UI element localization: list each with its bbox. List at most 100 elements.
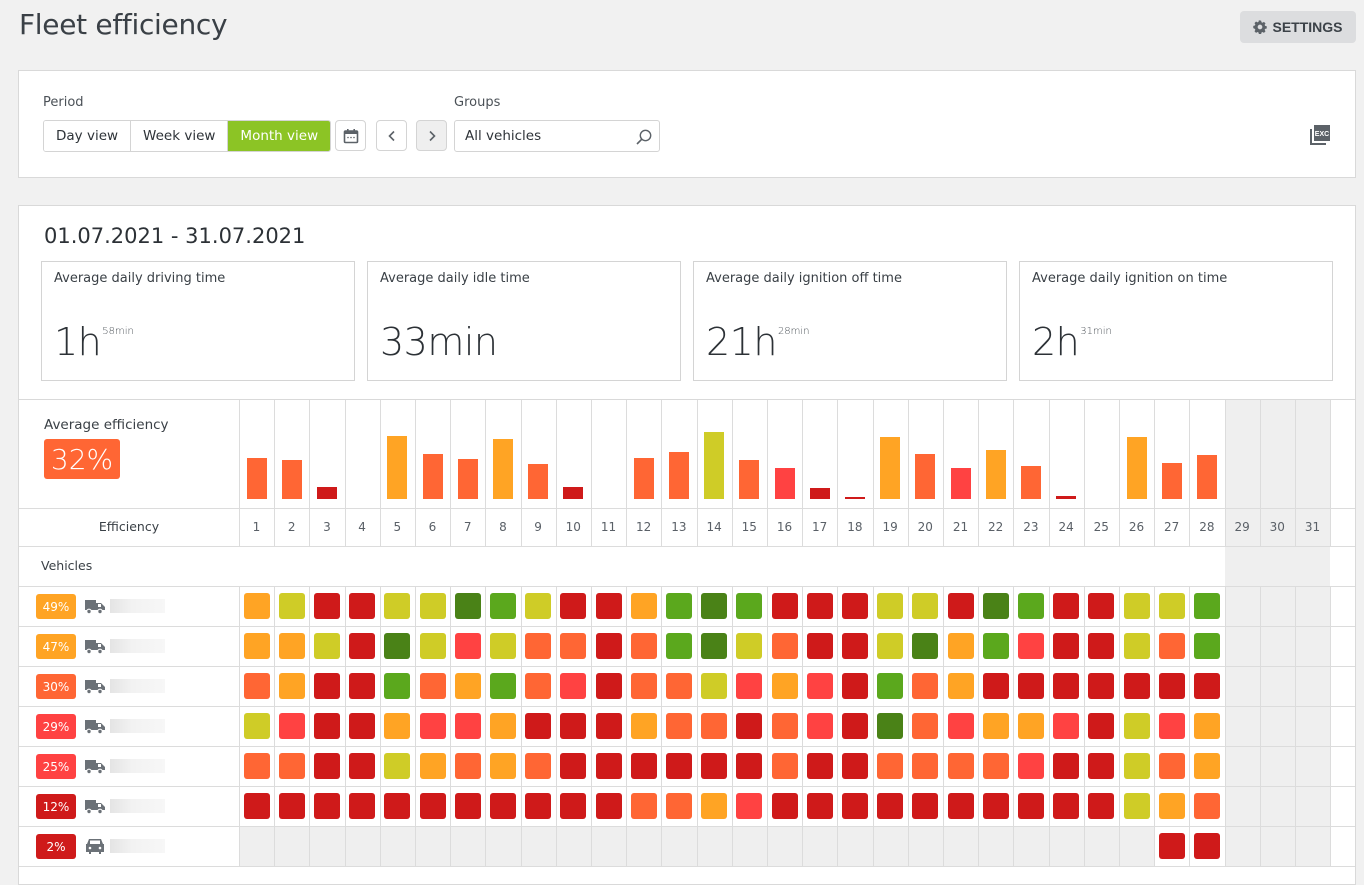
vehicle-day-cell[interactable]	[525, 593, 552, 619]
vehicle-day-cell[interactable]	[560, 753, 587, 779]
vehicle-day-cell[interactable]	[278, 753, 305, 779]
vehicle-day-cell[interactable]	[560, 713, 587, 739]
vehicle-day-cell[interactable]	[278, 673, 305, 699]
vehicle-day-cell[interactable]	[771, 793, 798, 819]
vehicle-day-cell[interactable]	[349, 753, 376, 779]
vehicle-day-cell[interactable]	[982, 633, 1009, 659]
vehicle-day-cell[interactable]	[1194, 753, 1220, 779]
vehicle-day-cell[interactable]	[1123, 673, 1150, 699]
vehicle-day-cell[interactable]	[384, 593, 411, 619]
vehicle-day-cell[interactable]	[278, 633, 305, 659]
vehicle-day-cell[interactable]	[736, 793, 763, 819]
vehicle-day-cell[interactable]	[912, 713, 939, 739]
vehicle-day-cell[interactable]	[1158, 673, 1185, 699]
vehicle-day-cell[interactable]	[666, 593, 692, 619]
vehicle-day-cell[interactable]	[1123, 713, 1150, 739]
efficiency-bar-day-26[interactable]	[1126, 437, 1147, 499]
previous-period-button[interactable]	[376, 120, 407, 151]
vehicle-day-cell[interactable]	[1088, 673, 1115, 699]
next-period-button[interactable]	[416, 120, 447, 151]
efficiency-bar-day-23[interactable]	[1021, 466, 1041, 499]
vehicle-day-cell[interactable]	[912, 593, 939, 619]
vehicle-day-cell[interactable]	[243, 793, 270, 819]
vehicle-day-cell[interactable]	[1158, 593, 1185, 619]
vehicle-day-cell[interactable]	[1123, 633, 1150, 659]
vehicle-day-cell[interactable]	[490, 673, 516, 699]
vehicle-day-cell[interactable]	[278, 593, 305, 619]
vehicle-day-cell[interactable]	[947, 593, 974, 619]
vehicle-day-cell[interactable]	[243, 673, 270, 699]
excel-export-icon[interactable]: EXC	[1309, 124, 1331, 146]
efficiency-bar-day-10[interactable]	[563, 487, 584, 499]
vehicle-day-cell[interactable]	[1018, 673, 1044, 699]
efficiency-bar-day-16[interactable]	[774, 468, 795, 499]
vehicle-day-cell[interactable]	[771, 753, 798, 779]
vehicle-day-cell[interactable]	[1053, 673, 1080, 699]
vehicle-day-cell[interactable]	[806, 673, 833, 699]
vehicle-day-cell[interactable]	[490, 713, 516, 739]
vehicle-day-cell[interactable]	[419, 593, 446, 619]
efficiency-bar-day-18[interactable]	[845, 497, 865, 499]
efficiency-bar-day-27[interactable]	[1161, 463, 1182, 499]
vehicle-day-cell[interactable]	[771, 673, 798, 699]
vehicle-day-cell[interactable]	[630, 673, 657, 699]
vehicle-day-cell[interactable]	[243, 753, 270, 779]
vehicle-day-cell[interactable]	[1018, 793, 1044, 819]
efficiency-bar-day-8[interactable]	[493, 439, 513, 499]
vehicle-day-cell[interactable]	[701, 793, 728, 819]
vehicle-day-cell[interactable]	[490, 753, 516, 779]
efficiency-bar-day-6[interactable]	[422, 454, 443, 499]
vehicle-day-cell[interactable]	[630, 713, 657, 739]
vehicle-day-cell[interactable]	[454, 593, 481, 619]
vehicle-day-cell[interactable]	[806, 633, 833, 659]
vehicle-day-cell[interactable]	[490, 793, 516, 819]
month-view-tab[interactable]: Month view	[228, 121, 331, 151]
vehicle-day-cell[interactable]	[560, 593, 587, 619]
vehicle-day-cell[interactable]	[314, 673, 340, 699]
efficiency-bar-day-14[interactable]	[704, 432, 725, 499]
vehicle-day-cell[interactable]	[490, 633, 516, 659]
vehicle-day-cell[interactable]	[1053, 633, 1080, 659]
vehicle-day-cell[interactable]	[1018, 593, 1044, 619]
vehicle-day-cell[interactable]	[1088, 593, 1115, 619]
vehicle-day-cell[interactable]	[1123, 593, 1150, 619]
vehicle-day-cell[interactable]	[454, 633, 481, 659]
vehicle-day-cell[interactable]	[630, 793, 657, 819]
vehicle-day-cell[interactable]	[419, 713, 446, 739]
vehicle-day-cell[interactable]	[419, 793, 446, 819]
efficiency-bar-day-28[interactable]	[1197, 455, 1217, 499]
vehicle-day-cell[interactable]	[454, 793, 481, 819]
vehicle-day-cell[interactable]	[1194, 633, 1220, 659]
vehicle-day-cell[interactable]	[842, 593, 868, 619]
vehicle-day-cell[interactable]	[1088, 713, 1115, 739]
vehicle-day-cell[interactable]	[560, 793, 587, 819]
vehicle-day-cell[interactable]	[595, 793, 622, 819]
vehicle-day-cell[interactable]	[877, 793, 904, 819]
vehicle-day-cell[interactable]	[771, 633, 798, 659]
vehicle-day-cell[interactable]	[490, 593, 516, 619]
vehicle-day-cell[interactable]	[454, 673, 481, 699]
vehicle-day-cell[interactable]	[806, 793, 833, 819]
vehicle-day-cell[interactable]	[384, 713, 411, 739]
vehicle-day-cell[interactable]	[982, 753, 1009, 779]
vehicle-day-cell[interactable]	[982, 673, 1009, 699]
vehicle-day-cell[interactable]	[595, 753, 622, 779]
vehicle-day-cell[interactable]	[666, 753, 692, 779]
vehicle-day-cell[interactable]	[736, 673, 763, 699]
vehicle-day-cell[interactable]	[525, 673, 552, 699]
vehicle-day-cell[interactable]	[701, 673, 728, 699]
vehicle-day-cell[interactable]	[736, 713, 763, 739]
vehicle-day-cell[interactable]	[1123, 753, 1150, 779]
vehicle-day-cell[interactable]	[1053, 593, 1080, 619]
vehicle-day-cell[interactable]	[666, 633, 692, 659]
efficiency-bar-day-20[interactable]	[915, 454, 936, 499]
vehicle-day-cell[interactable]	[877, 633, 904, 659]
vehicle-day-cell[interactable]	[1088, 753, 1115, 779]
vehicle-day-cell[interactable]	[454, 753, 481, 779]
vehicle-day-cell[interactable]	[278, 793, 305, 819]
vehicle-name-redacted[interactable]	[110, 839, 165, 853]
vehicle-day-cell[interactable]	[419, 633, 446, 659]
vehicle-name-redacted[interactable]	[110, 599, 165, 613]
vehicle-day-cell[interactable]	[842, 633, 868, 659]
vehicle-day-cell[interactable]	[947, 713, 974, 739]
